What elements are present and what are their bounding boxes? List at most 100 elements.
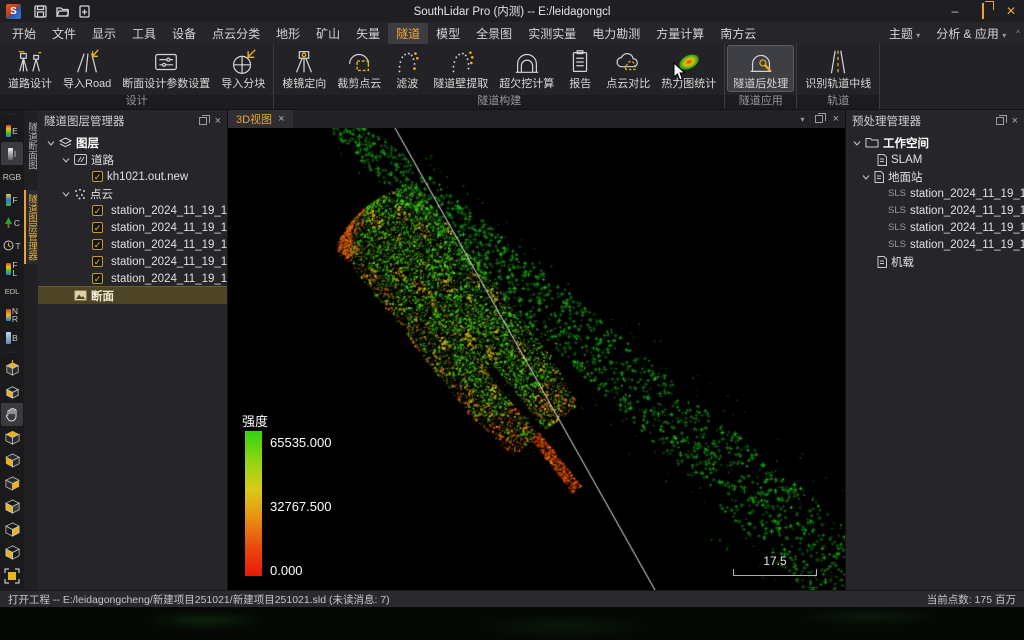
tree-node-station[interactable]: ✓ station_2024_11_19_1... (38, 236, 227, 253)
menu-item[interactable]: 南方云 (712, 23, 764, 44)
tree-node-sls-station[interactable]: SLS station_2024_11_19_10_43_... (846, 185, 1024, 202)
menu-item[interactable]: 点云分类 (204, 23, 268, 44)
detect-track-centerline-button[interactable]: 识别轨道中线 (800, 46, 876, 91)
checkbox-checked[interactable]: ✓ (92, 273, 103, 284)
menu-item[interactable]: 全景图 (468, 23, 520, 44)
tree-node-airborne[interactable]: 机载 (846, 253, 1024, 270)
b-mode-button[interactable]: B (1, 326, 23, 349)
menu-item[interactable]: 矢量 (348, 23, 388, 44)
tree-node-station[interactable]: ✓ station_2024_11_19_1... (38, 202, 227, 219)
filter-button[interactable]: 滤波 (387, 46, 427, 91)
float-view-icon[interactable] (815, 115, 823, 123)
tree-node-section-selected[interactable]: 断面 (38, 287, 227, 304)
tree-node-station[interactable]: ✓ station_2024_11_19_1... (38, 253, 227, 270)
tree-node-sls-station[interactable]: SLS station_2024_11_19_10_52_... (846, 219, 1024, 236)
nr-mode-button[interactable]: NR (1, 303, 23, 326)
checkbox-checked[interactable]: ✓ (92, 256, 103, 267)
menu-item[interactable]: 电力勘测 (584, 23, 648, 44)
heatmap-stats-button[interactable]: 热力图统计 (656, 46, 721, 91)
tree-node-workspace[interactable]: 工作空间 (846, 134, 1024, 151)
tunnel-postprocess-button[interactable]: 隧道后处理 (728, 46, 793, 91)
tab-tunnel-section-view[interactable]: 隧道断面图 (24, 118, 38, 174)
fl-mode-button[interactable]: FL (1, 257, 23, 280)
new-file-icon[interactable] (77, 4, 91, 18)
menu-item[interactable]: 方量计算 (648, 23, 712, 44)
tree-node-road-file[interactable]: ✓ kh1021.out.new (38, 168, 227, 185)
menu-item[interactable]: 实测实量 (520, 23, 584, 44)
section-parameter-settings-button[interactable]: 断面设计参数设置 (117, 46, 215, 91)
float-panel-icon[interactable] (996, 117, 1004, 125)
checkbox-checked[interactable]: ✓ (92, 205, 103, 216)
close-button[interactable]: ✕ (1004, 4, 1018, 18)
tree-node-station[interactable]: ✓ station_2024_11_19_1... (38, 219, 227, 236)
classification-mode-button[interactable]: C (1, 211, 23, 234)
clip-pointcloud-button[interactable]: 裁剪点云 (332, 46, 386, 91)
menu-item[interactable]: 矿山 (308, 23, 348, 44)
menu-item[interactable]: 显示 (84, 23, 124, 44)
cube-bottom-view-button[interactable] (1, 541, 23, 564)
menu-item[interactable]: 工具 (124, 23, 164, 44)
tunnel-arch-icon (512, 47, 542, 77)
tab-tunnel-layer-manager[interactable]: 隧道图层管理器 (24, 190, 38, 265)
edl-mode-button[interactable]: EDL (1, 280, 23, 303)
pick-box-tool-button[interactable] (1, 357, 23, 380)
cube-left-view-button[interactable] (1, 472, 23, 495)
tree-node-ground-station[interactable]: 地面站 (846, 168, 1024, 185)
close-view-icon[interactable]: × (833, 113, 839, 125)
select-region-button[interactable] (1, 564, 23, 587)
tree-node-station[interactable]: ✓ station_2024_11_19_1... (38, 270, 227, 287)
time-mode-button[interactable]: T (1, 234, 23, 257)
cube-back-view-button[interactable] (1, 518, 23, 541)
rgb-mode-button[interactable]: RGB (1, 165, 23, 188)
theme-menu[interactable]: 主题 ▾ (883, 23, 926, 44)
tree-node-pointcloud[interactable]: 点云 (38, 185, 227, 202)
menu-item[interactable]: 模型 (428, 23, 468, 44)
tree-node-layers[interactable]: 图层 (38, 134, 227, 151)
road-design-button[interactable]: 道路设计 (3, 46, 57, 91)
3d-viewport[interactable]: 强度 65535.000 32767.500 0.000 17.5 (228, 128, 845, 590)
doc-icon (874, 171, 884, 183)
tree-node-road[interactable]: 道路 (38, 151, 227, 168)
collapse-ribbon-icon[interactable]: ^ (1016, 29, 1020, 38)
overbreak-calc-button[interactable]: 超欠挖计算 (494, 46, 559, 91)
checkbox-checked[interactable]: ✓ (92, 239, 103, 250)
menu-item-active-tunnel[interactable]: 隧道 (388, 23, 428, 44)
report-button[interactable]: 报告 (560, 46, 600, 91)
save-icon[interactable] (33, 4, 47, 18)
close-panel-icon[interactable]: × (215, 115, 221, 127)
open-folder-icon[interactable] (55, 4, 69, 18)
elevation-mode-button[interactable]: E (1, 119, 23, 142)
intensity-mode-button[interactable]: I (1, 142, 23, 165)
close-tab-icon[interactable]: × (278, 113, 284, 125)
cube-right-view-button[interactable] (1, 495, 23, 518)
cube-front-view-button[interactable] (1, 449, 23, 472)
analysis-apps-menu[interactable]: 分析 & 应用 ▾ (930, 23, 1012, 44)
minimize-button[interactable]: – (948, 4, 962, 18)
pointcloud-canvas[interactable] (228, 128, 845, 590)
drag-handle[interactable]: ····· (4, 111, 21, 119)
tab-list-dropdown-icon[interactable]: ▾ (801, 115, 805, 124)
menu-item[interactable]: 设备 (164, 23, 204, 44)
prism-orientation-button[interactable]: 棱镜定向 (277, 46, 331, 91)
pan-tool-button[interactable] (1, 403, 23, 426)
tree-node-sls-station[interactable]: SLS station_2024_11_19_11_01_... (846, 236, 1024, 253)
menu-item[interactable]: 开始 (4, 23, 44, 44)
tunnel-wall-extract-button[interactable]: 隧道壁提取 (428, 46, 493, 91)
checkbox-checked[interactable]: ✓ (92, 171, 103, 182)
tab-3d-view[interactable]: 3D视图 × (228, 110, 293, 128)
tree-node-slam[interactable]: SLAM (846, 151, 1024, 168)
flag-mode-button[interactable]: F (1, 188, 23, 211)
close-panel-icon[interactable]: × (1012, 115, 1018, 127)
checkbox-checked[interactable]: ✓ (92, 222, 103, 233)
menu-item[interactable]: 文件 (44, 23, 84, 44)
import-road-button[interactable]: 导入Road (58, 46, 116, 91)
import-blocks-button[interactable]: 导入分块 (216, 46, 270, 91)
tree-node-sls-station[interactable]: SLS station_2024_11_19_10_48_... (846, 202, 1024, 219)
cube-top-view-button[interactable] (1, 426, 23, 449)
menu-item[interactable]: 地形 (268, 23, 308, 44)
open-box-tool-button[interactable] (1, 380, 23, 403)
restore-button[interactable] (976, 4, 990, 18)
scroll-more-icon[interactable]: ⌄ (9, 587, 16, 590)
float-panel-icon[interactable] (199, 117, 207, 125)
pointcloud-compare-button[interactable]: 点云对比 (601, 46, 655, 91)
